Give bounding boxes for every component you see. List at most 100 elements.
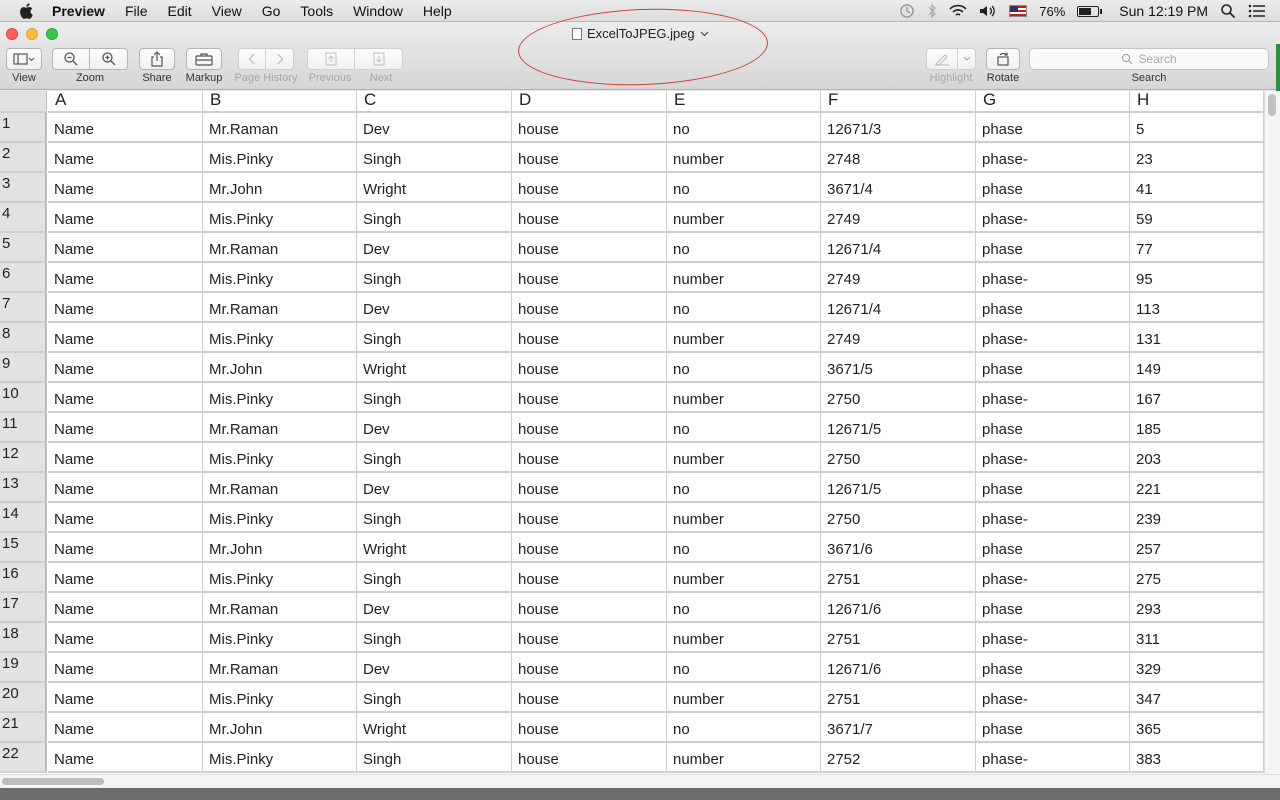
menu-file[interactable]: File [125,3,148,19]
table-cell: 329 [1130,653,1264,683]
table-cell: Name [48,323,203,353]
table-cell: 41 [1130,173,1264,203]
table-row: 16 Name Mis.Pinky Singh house number 2751 phase… [0,563,1264,593]
page-history-control [238,48,294,70]
input-source-flag-icon[interactable] [1009,5,1028,17]
table-cell: 185 [1130,413,1264,443]
table-cell: Name [48,653,203,683]
table-cell: Mr.John [203,173,357,203]
markup-button[interactable] [186,48,222,70]
table-row: 17 Name Mr.Raman Dev house no 12671/6 phase 293 [0,593,1264,623]
table-cell: number [667,503,821,533]
menu-view[interactable]: View [212,3,242,19]
rotate-button[interactable] [986,48,1020,70]
share-button[interactable] [139,48,175,70]
table-row: 14 Name Mis.Pinky Singh house number 2750 phase… [0,503,1264,533]
row-number: 11 [0,413,47,443]
battery-icon[interactable] [1077,5,1103,17]
table-cell: Mis.Pinky [203,503,357,533]
zoom-in-button[interactable] [90,48,128,70]
apple-menu-icon[interactable] [18,2,36,20]
row-number: 22 [0,743,47,773]
table-cell: Name [48,503,203,533]
table-cell: 365 [1130,713,1264,743]
table-cell: Singh [357,143,512,173]
table-row: 2 Name Mis.Pinky Singh house number 2748 phase-… [0,143,1264,173]
column-header: H [1130,91,1264,113]
notification-center-icon[interactable] [1248,4,1266,18]
spotlight-search-icon[interactable] [1220,3,1236,19]
table-cell: 2752 [821,743,976,773]
table-cell: phase- [976,503,1130,533]
table-cell: phase- [976,143,1130,173]
table-cell: phase [976,353,1130,383]
table-cell: phase [976,473,1130,503]
row-number: 17 [0,593,47,623]
zoom-out-button[interactable] [52,48,90,70]
view-button[interactable] [6,48,42,70]
bluetooth-icon[interactable] [927,3,937,19]
table-cell: 113 [1130,293,1264,323]
table-cell: house [512,323,667,353]
table-cell: Name [48,443,203,473]
table-cell: 167 [1130,383,1264,413]
table-cell: 2751 [821,563,976,593]
table-cell: 3671/4 [821,173,976,203]
vertical-scrollbar[interactable] [1264,91,1280,774]
table-cell: Mr.John [203,353,357,383]
table-cell: Name [48,263,203,293]
next-label: Next [369,72,393,84]
table-cell: 2749 [821,323,976,353]
desktop-background [0,788,1280,800]
minimize-window-button[interactable] [26,28,38,40]
horizontal-scroll-thumb[interactable] [2,778,104,785]
chevron-left-icon [248,53,255,65]
table-cell: 3671/5 [821,353,976,383]
menu-help[interactable]: Help [423,3,452,19]
history-forward-button[interactable] [266,48,294,70]
table-cell: Wright [357,353,512,383]
time-machine-icon[interactable] [899,3,915,19]
table-cell: 12671/6 [821,593,976,623]
table-cell: Name [48,233,203,263]
close-window-button[interactable] [6,28,18,40]
table-cell: phase [976,413,1130,443]
table-cell: phase [976,713,1130,743]
app-menu[interactable]: Preview [52,3,105,19]
menu-edit[interactable]: Edit [168,3,192,19]
share-icon [151,51,163,67]
next-page-button[interactable] [355,48,403,70]
volume-icon[interactable] [979,4,997,18]
table-cell: 2750 [821,383,976,413]
table-cell: phase [976,653,1130,683]
fullscreen-window-button[interactable] [46,28,58,40]
table-cell: house [512,383,667,413]
highlight-options-button[interactable] [958,48,976,70]
wifi-icon[interactable] [949,4,967,18]
table-cell: house [512,263,667,293]
table-cell: phase- [976,443,1130,473]
vertical-scroll-thumb[interactable] [1268,94,1276,116]
menu-tools[interactable]: Tools [300,3,333,19]
horizontal-scrollbar[interactable] [0,774,1280,788]
table-cell: Singh [357,683,512,713]
menu-go[interactable]: Go [262,3,281,19]
spreadsheet-image: A B C D E F G H 1 Name Mr.Raman Dev house no 12671/3 ph… [0,91,1264,774]
clock[interactable]: Sun 12:19 PM [1119,3,1208,19]
table-cell: Mr.Raman [203,413,357,443]
highlight-button[interactable] [926,48,958,70]
table-row: 8 Name Mis.Pinky Singh house number 2749 phase-… [0,323,1264,353]
search-field[interactable]: Search [1029,48,1269,70]
menu-window[interactable]: Window [353,3,403,19]
table-cell: no [667,233,821,263]
row-number: 6 [0,263,47,293]
column-header: E [667,91,821,113]
history-back-button[interactable] [238,48,266,70]
table-cell: house [512,683,667,713]
table-cell: number [667,323,821,353]
table-cell: Singh [357,563,512,593]
previous-page-button[interactable] [307,48,355,70]
table-cell: house [512,203,667,233]
table-cell: Name [48,383,203,413]
table-cell: Dev [357,233,512,263]
